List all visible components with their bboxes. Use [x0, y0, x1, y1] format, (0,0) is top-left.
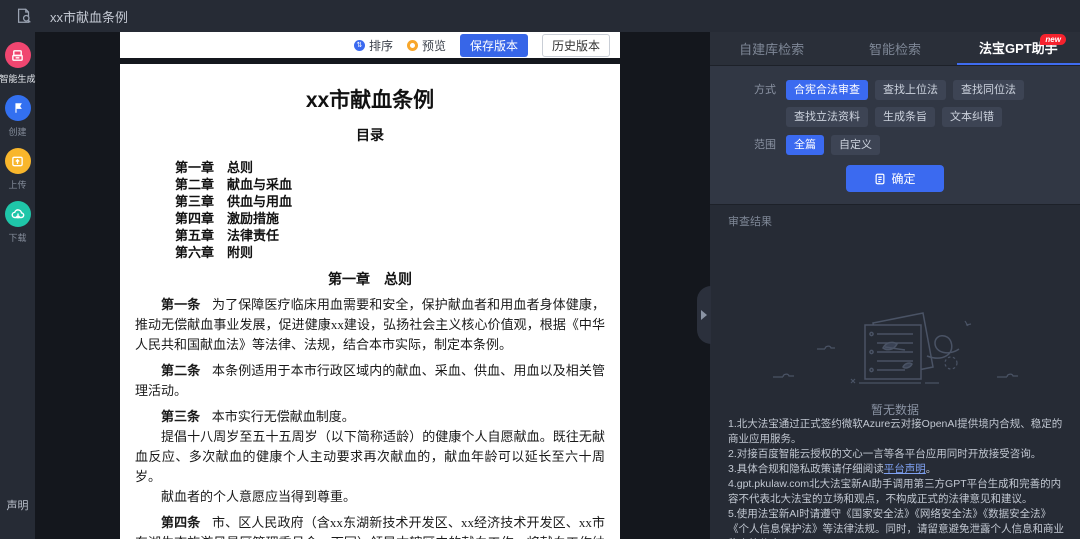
review-results-area: 审查结果	[710, 205, 1080, 539]
toc-item: 第六章 附则	[175, 244, 605, 261]
confirm-row: 确定	[710, 165, 1080, 192]
article-text: 献血者的个人意愿应当得到尊重。	[161, 489, 356, 504]
disclaimer-line: 3.具体合规和隐私政策请仔细阅读平台声明。	[728, 462, 1066, 477]
assistant-panel: 自建库检索 智能检索 法宝GPT助手 new 方式 合宪合法审查 查找上位法 查…	[710, 32, 1080, 539]
method-row: 方式 合宪合法审查 查找上位法 查找同位法 查找立法资料 生成条旨 文本纠错	[754, 80, 1080, 127]
left-sidebar: 智能生成 创建 上传 下	[0, 32, 35, 539]
history-version-button[interactable]: 历史版本	[542, 34, 610, 57]
document-icon	[874, 173, 886, 185]
disclaimer-line: 2.对接百度智能云授权的文心一言等各平台应用同时开放接受咨询。	[728, 447, 1066, 462]
sort-button[interactable]: ⇅ 排序	[354, 37, 393, 54]
preview-label: 预览	[422, 37, 446, 54]
page-title: xx市献血条例	[50, 7, 128, 26]
toc-item: 第三章 供血与用血	[175, 193, 605, 210]
chapter-heading: 第一章 总则	[135, 269, 605, 289]
save-version-button[interactable]: 保存版本	[460, 34, 528, 57]
table-of-contents: 第一章 总则 第二章 献血与采血 第三章 供血与用血 第四章 激励措施 第五章 …	[135, 159, 605, 261]
new-badge: new	[1040, 34, 1066, 45]
flag-icon[interactable]	[5, 95, 31, 121]
tab-fabao-gpt-assistant[interactable]: 法宝GPT助手 new	[957, 32, 1080, 65]
empty-state-illustration	[755, 301, 1035, 397]
magic-generate-icon[interactable]	[5, 42, 31, 68]
method-option-find-parallel-law[interactable]: 查找同位法	[953, 80, 1024, 100]
disclaimer-line3-suffix: 。	[926, 463, 937, 475]
empty-state: 暂无数据	[710, 301, 1080, 418]
sidebar-item-upload[interactable]: 上传	[0, 148, 35, 191]
article-paragraph: 提倡十八周岁至五十五周岁（以下简称适龄）的健康个人自愿献血。既往无献血反应、多次…	[135, 427, 605, 487]
platform-statement-link[interactable]: 平台声明	[884, 463, 926, 475]
preview-button[interactable]: 预览	[407, 37, 446, 54]
results-label: 审查结果	[728, 213, 772, 229]
cloud-download-icon[interactable]	[5, 201, 31, 227]
sort-icon: ⇅	[354, 40, 365, 51]
tab-smart-search[interactable]: 智能检索	[833, 32, 956, 65]
scope-label: 范围	[754, 135, 776, 155]
article-text: 为了保障医疗临床用血需要和安全，保护献血者和用血者身体健康，推动无偿献血事业发展…	[135, 297, 605, 352]
confirm-label: 确定	[891, 170, 915, 187]
article-paragraph: 第三条本市实行无偿献血制度。	[135, 407, 605, 427]
sidebar-item-download[interactable]: 下载	[0, 201, 35, 244]
disclaimer-line3-prefix: 3.具体合规和隐私政策请仔细阅读	[728, 463, 884, 475]
method-label: 方式	[754, 80, 776, 100]
sidebar-item-label: 下载	[8, 231, 26, 244]
review-options: 方式 合宪合法审查 查找上位法 查找同位法 查找立法资料 生成条旨 文本纠错 范…	[710, 66, 1080, 205]
sidebar-item-label: 创建	[8, 125, 26, 138]
toc-item: 第一章 总则	[175, 159, 605, 176]
confirm-button[interactable]: 确定	[846, 165, 943, 192]
method-option-text-correction[interactable]: 文本纠错	[942, 107, 1002, 127]
disclaimer-line: 1.北大法宝通过正式签约微软Azure云对接OpenAI提供境内合规、稳定的商业…	[728, 417, 1066, 447]
document-body: 第一条为了保障医疗临床用血需要和安全，保护献血者和用血者身体健康，推动无偿献血事…	[135, 295, 605, 539]
article-text: 本条例适用于本市行政区域内的献血、采血、供血、用血以及相关管理活动。	[135, 363, 605, 398]
empty-state-text: 暂无数据	[871, 401, 919, 418]
panel-collapse-handle[interactable]	[697, 286, 711, 344]
article-paragraph: 第一条为了保障医疗临床用血需要和安全，保护献血者和用血者身体健康，推动无偿献血事…	[135, 295, 605, 355]
sidebar-item-label: 智能生成	[0, 72, 36, 85]
method-option-find-legislative-materials[interactable]: 查找立法资料	[786, 107, 868, 127]
disclaimer-text: 1.北大法宝通过正式签约微软Azure云对接OpenAI提供境内合规、稳定的商业…	[728, 417, 1066, 539]
app-window: xx市献血条例 智能生成 创建 上传	[0, 0, 1080, 539]
toc-item: 第五章 法律责任	[175, 227, 605, 244]
sidebar-item-label: 上传	[8, 178, 26, 191]
article-number: 第三条	[161, 409, 200, 424]
sidebar-item-create[interactable]: 创建	[0, 95, 35, 138]
document-toolbar: ⇅ 排序 预览 保存版本 历史版本	[120, 32, 620, 58]
method-option-generate-summary[interactable]: 生成条旨	[875, 107, 935, 127]
sort-label: 排序	[369, 37, 393, 54]
disclaimer-line: 4.gpt.pkulaw.com北大法宝新AI助手调用第三方GPT平台生成和完善…	[728, 477, 1066, 507]
document-title: xx市献血条例	[135, 84, 605, 114]
scope-option-custom[interactable]: 自定义	[831, 135, 880, 155]
article-number: 第一条	[161, 297, 200, 312]
disclaimer-line: 5.使用法宝新AI时请遵守《国家安全法》《网络安全法》《数据安全法》《个人信息保…	[728, 507, 1066, 539]
panel-tabs: 自建库检索 智能检索 法宝GPT助手 new	[710, 32, 1080, 66]
method-option-constitutional-review[interactable]: 合宪合法审查	[786, 80, 868, 100]
sidebar-footer-statement[interactable]: 声明	[0, 497, 35, 513]
article-paragraph: 献血者的个人意愿应当得到尊重。	[135, 487, 605, 507]
article-text: 提倡十八周岁至五十五周岁（以下简称适龄）的健康个人自愿献血。既往无献血反应、多次…	[135, 429, 605, 484]
article-paragraph: 第四条市、区人民政府（含xx东湖新技术开发区、xx经济技术开发区、xx市东湖生态…	[135, 513, 605, 539]
article-number: 第四条	[161, 515, 200, 530]
toc-item: 第四章 激励措施	[175, 210, 605, 227]
method-option-find-superior-law[interactable]: 查找上位法	[875, 80, 946, 100]
sidebar-item-ai-generate[interactable]: 智能生成	[0, 42, 35, 85]
article-text: 本市实行无偿献血制度。	[212, 409, 355, 424]
document-search-icon[interactable]	[14, 6, 34, 26]
chevron-right-icon	[701, 310, 707, 320]
article-text: 市、区人民政府（含xx东湖新技术开发区、xx经济技术开发区、xx市东湖生态旅游风…	[135, 515, 605, 539]
upload-icon[interactable]	[5, 148, 31, 174]
scope-option-full-text[interactable]: 全篇	[786, 135, 824, 155]
method-options: 合宪合法审查 查找上位法 查找同位法 查找立法资料 生成条旨 文本纠错	[786, 80, 1066, 127]
document-page[interactable]: xx市献血条例 目录 第一章 总则 第二章 献血与采血 第三章 供血与用血 第四…	[120, 64, 620, 539]
scope-options: 全篇 自定义	[786, 135, 1066, 155]
tab-custom-library-search[interactable]: 自建库检索	[710, 32, 833, 65]
article-paragraph: 第二条本条例适用于本市行政区域内的献血、采血、供血、用血以及相关管理活动。	[135, 361, 605, 401]
preview-icon	[407, 40, 418, 51]
scope-row: 范围 全篇 自定义	[754, 135, 1080, 155]
top-bar: xx市献血条例	[0, 0, 1080, 32]
toc-title: 目录	[135, 125, 605, 145]
article-number: 第二条	[161, 363, 200, 378]
toc-item: 第二章 献血与采血	[175, 176, 605, 193]
